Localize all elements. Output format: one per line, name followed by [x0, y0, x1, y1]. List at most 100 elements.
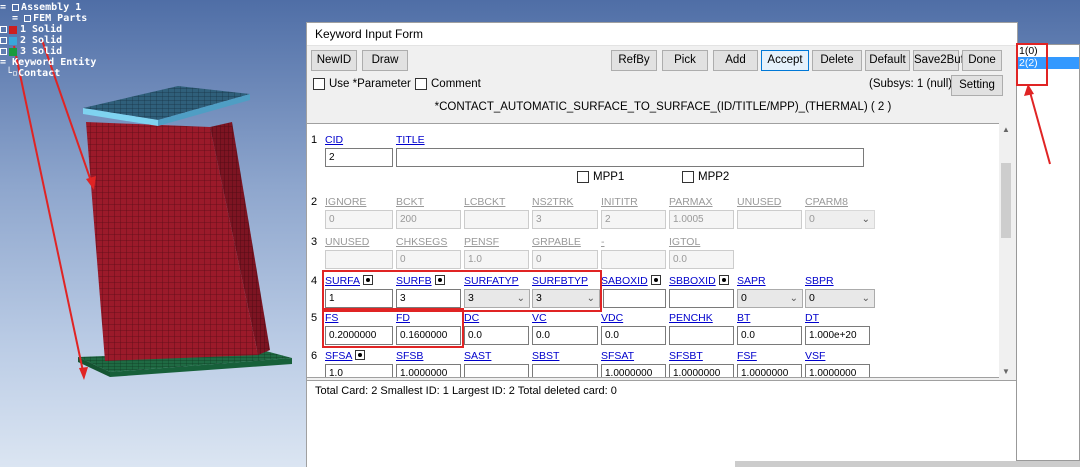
field-label-sfsa[interactable]: SFSA	[325, 350, 366, 362]
sast-input[interactable]	[464, 364, 529, 377]
cparm8-select[interactable]: 0 ⌄	[805, 210, 875, 229]
field-label-unused[interactable]: UNUSED	[737, 196, 781, 208]
default-button[interactable]: Default	[865, 50, 910, 71]
pensf-input[interactable]: 1.0	[464, 250, 529, 269]
pick-button[interactable]: Pick	[662, 50, 708, 71]
delete-button[interactable]: Delete	[812, 50, 862, 71]
unused-input[interactable]	[325, 250, 393, 269]
radio-icon[interactable]	[355, 350, 366, 360]
field-label-dt[interactable]: DT	[805, 312, 819, 324]
sbpr-select[interactable]: 0 ⌄	[805, 289, 875, 308]
sfsa-input[interactable]: 1.0	[325, 364, 393, 377]
field-label-bckt[interactable]: BCKT	[396, 196, 424, 208]
vdc-input[interactable]: 0.0	[601, 326, 666, 345]
tree-part-1[interactable]: 1 Solid	[0, 24, 96, 35]
field-label-chksegs[interactable]: CHKSEGS	[396, 236, 447, 248]
tree-part-2[interactable]: 2 Solid	[0, 35, 96, 46]
field-label-fsf[interactable]: FSF	[737, 350, 757, 362]
refby-button[interactable]: RefBy	[611, 50, 657, 71]
dc-input[interactable]: 0.0	[464, 326, 529, 345]
field-label-sfsbt[interactable]: SFSBT	[669, 350, 703, 362]
newid-button[interactable]: NewID	[311, 50, 357, 71]
field-label-sast[interactable]: SAST	[464, 350, 491, 362]
scrollbar-thumb[interactable]	[1001, 163, 1011, 238]
sfsbt-input[interactable]: 1.0000000	[669, 364, 734, 377]
field-label-parmax[interactable]: PARMAX	[669, 196, 713, 208]
tree-contact[interactable]: └ ▫ Contact	[0, 68, 96, 79]
checkbox-icon[interactable]	[24, 15, 32, 22]
field-label-sbst[interactable]: SBST	[532, 350, 559, 362]
title-input[interactable]	[396, 148, 864, 167]
checkbox-icon[interactable]	[0, 26, 7, 33]
accept-button[interactable]: Accept	[761, 50, 809, 71]
field-label-dc[interactable]: DC	[464, 312, 479, 324]
field-label-lcbckt[interactable]: LCBCKT	[464, 196, 505, 208]
save2buf-button[interactable]: Save2Buf	[913, 50, 964, 71]
checkbox-icon[interactable]	[682, 171, 694, 183]
tree-assembly[interactable]: = Assembly 1	[0, 2, 96, 13]
radio-icon[interactable]	[718, 275, 729, 285]
scroll-up-icon[interactable]: ▲	[999, 125, 1013, 134]
field-label-igtol[interactable]: IGTOL	[669, 236, 700, 248]
inititr-input[interactable]: 2	[601, 210, 666, 229]
tree-part-3[interactable]: 3 Solid	[0, 46, 96, 57]
checkbox-icon[interactable]	[0, 37, 7, 44]
dash-input[interactable]	[601, 250, 666, 269]
field-label-ignore[interactable]: IGNORE	[325, 196, 366, 208]
card-scrollbar[interactable]: ▲ ▼	[999, 123, 1013, 378]
field-label-sapr[interactable]: SAPR	[737, 275, 766, 287]
bckt-input[interactable]: 200	[396, 210, 461, 229]
sbst-input[interactable]	[532, 364, 598, 377]
sbboxid-input[interactable]	[669, 289, 734, 308]
done-button[interactable]: Done	[962, 50, 1002, 71]
sfsb-input[interactable]: 1.0000000	[396, 364, 461, 377]
parmax-input[interactable]: 1.0005	[669, 210, 734, 229]
field-label-sbpr[interactable]: SBPR	[805, 275, 834, 287]
vc-input[interactable]: 0.0	[532, 326, 598, 345]
field-label-sfsat[interactable]: SFSAT	[601, 350, 634, 362]
checkbox-icon[interactable]	[577, 171, 589, 183]
field-label-sbboxid[interactable]: SBBOXID	[669, 275, 729, 287]
cid-input[interactable]: 2	[325, 148, 393, 167]
field-label-pensf[interactable]: PENSF	[464, 236, 499, 248]
unused-input[interactable]	[737, 210, 802, 229]
tree-keyword-entity[interactable]: = Keyword Entity	[0, 57, 96, 68]
field-label-dash[interactable]: -	[601, 236, 605, 248]
field-label-vc[interactable]: VC	[532, 312, 547, 324]
draw-button[interactable]: Draw	[362, 50, 408, 71]
vsf-input[interactable]: 1.0000000	[805, 364, 870, 377]
chksegs-input[interactable]: 0	[396, 250, 461, 269]
field-label-grpable[interactable]: GRPABLE	[532, 236, 581, 248]
checkbox-icon[interactable]	[12, 4, 20, 11]
radio-icon[interactable]	[650, 275, 661, 285]
use-parameter-checkbox[interactable]: Use *Parameter	[313, 78, 411, 90]
ignore-input[interactable]: 0	[325, 210, 393, 229]
field-label-vsf[interactable]: VSF	[805, 350, 825, 362]
checkbox-icon[interactable]	[0, 48, 7, 55]
field-label-penchk[interactable]: PENCHK	[669, 312, 713, 324]
dt-input[interactable]: 1.000e+20	[805, 326, 870, 345]
field-label-bt[interactable]: BT	[737, 312, 750, 324]
add-button[interactable]: Add	[713, 50, 758, 71]
field-label-vdc[interactable]: VDC	[601, 312, 623, 324]
saboxid-input[interactable]	[603, 289, 666, 308]
field-label-ns2trk[interactable]: NS2TRK	[532, 196, 573, 208]
checkbox-icon[interactable]	[415, 78, 427, 90]
comment-checkbox[interactable]: Comment	[415, 78, 481, 90]
mpp1-checkbox[interactable]: MPP1	[577, 171, 624, 183]
tree-fem-parts[interactable]: = FEM Parts	[0, 13, 96, 24]
penchk-input[interactable]	[669, 326, 734, 345]
fsf-input[interactable]: 1.0000000	[737, 364, 802, 377]
field-label-inititr[interactable]: INITITR	[601, 196, 638, 208]
bt-input[interactable]: 0.0	[737, 326, 802, 345]
grpable-input[interactable]: 0	[532, 250, 598, 269]
ns2trk-input[interactable]: 3	[532, 210, 598, 229]
field-label-saboxid[interactable]: SABOXID	[601, 275, 661, 287]
setting-button[interactable]: Setting	[951, 75, 1003, 96]
sapr-select[interactable]: 0 ⌄	[737, 289, 803, 308]
field-label-cid[interactable]: CID	[325, 134, 343, 146]
field-label-unused[interactable]: UNUSED	[325, 236, 369, 248]
checkbox-icon[interactable]	[313, 78, 325, 90]
mpp2-checkbox[interactable]: MPP2	[682, 171, 729, 183]
field-label-sfsb[interactable]: SFSB	[396, 350, 423, 362]
